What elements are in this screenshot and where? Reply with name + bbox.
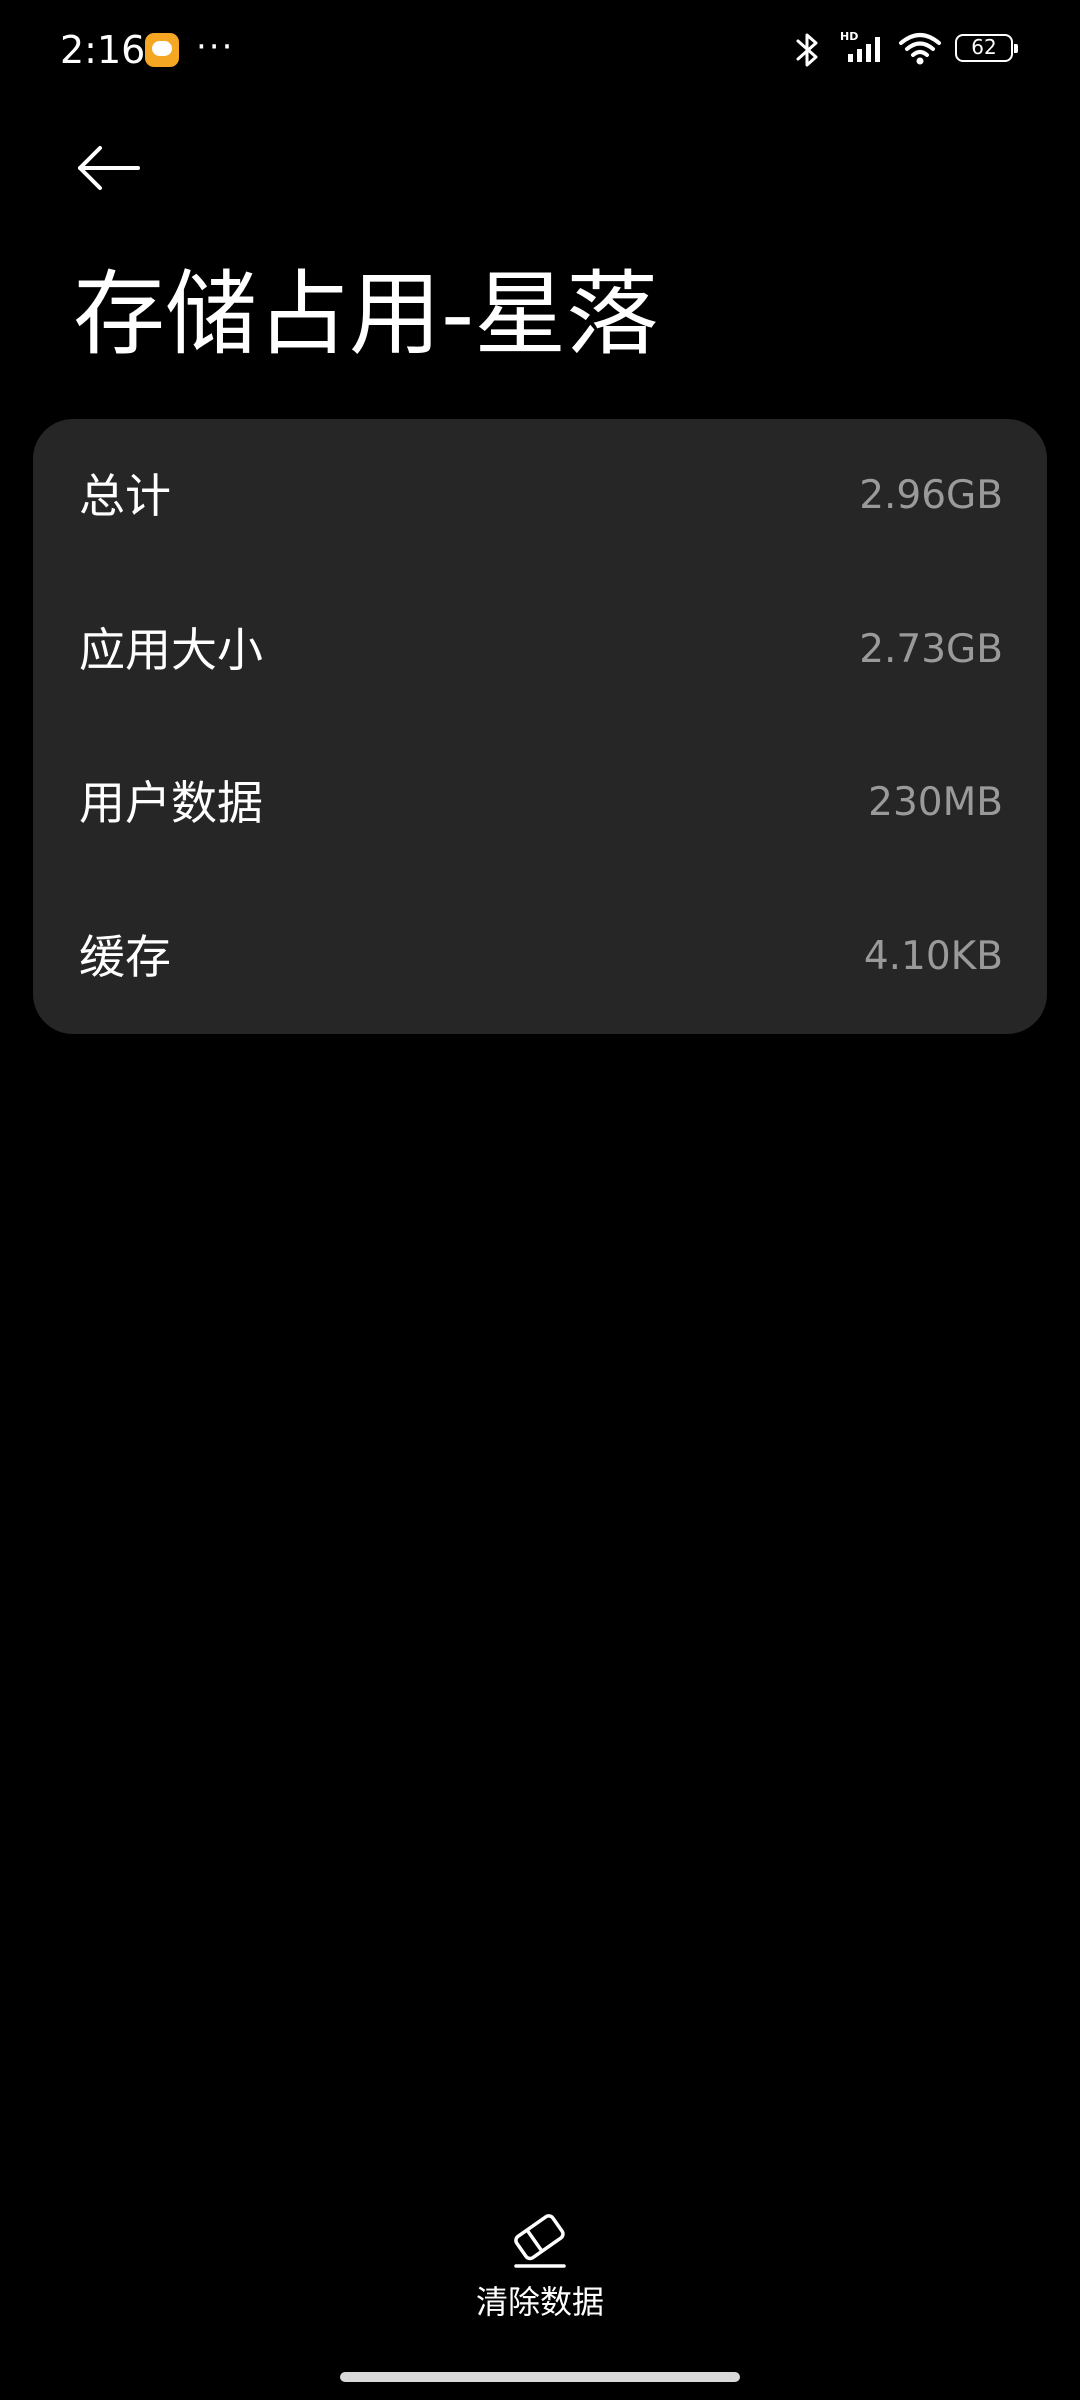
hd-signal-icon: HD: [840, 30, 880, 62]
back-button[interactable]: [70, 130, 150, 210]
storage-card: 总计 2.96GB 应用大小 2.73GB 用户数据 230MB 缓存 4.10…: [33, 419, 1047, 1034]
hd-label: HD: [840, 30, 858, 43]
row-value: 4.10KB: [863, 934, 1003, 979]
bluetooth-icon: [796, 33, 818, 67]
message-bubble-icon: [145, 33, 179, 67]
page-title: 存储占用-星落: [73, 261, 659, 368]
storage-row-total: 总计 2.96GB: [33, 419, 1047, 573]
status-time: 2:16: [60, 28, 146, 72]
more-notifications-indicator: ···: [196, 27, 235, 67]
battery-icon: 62: [955, 34, 1018, 62]
storage-row-user-data: 用户数据 230MB: [33, 726, 1047, 880]
storage-row-app-size: 应用大小 2.73GB: [33, 573, 1047, 727]
row-label: 应用大小: [79, 623, 263, 677]
row-label: 总计: [79, 469, 171, 523]
arrow-left-icon: [78, 146, 140, 190]
row-value: 2.96GB: [859, 473, 1003, 518]
wifi-icon: [899, 33, 941, 65]
clear-data-label: 清除数据: [475, 2283, 604, 2321]
status-bar: 2:16 ··· HD 62: [0, 0, 1080, 100]
storage-row-cache: 缓存 4.10KB: [33, 880, 1047, 1034]
row-value: 2.73GB: [859, 627, 1003, 672]
battery-level: 62: [971, 35, 997, 59]
home-indicator[interactable]: [340, 2372, 740, 2382]
row-label: 用户数据: [79, 776, 263, 830]
eraser-icon: [514, 2214, 566, 2268]
row-value: 230MB: [868, 780, 1003, 825]
clear-data-button[interactable]: 清除数据: [440, 2200, 640, 2321]
row-label: 缓存: [79, 930, 171, 984]
